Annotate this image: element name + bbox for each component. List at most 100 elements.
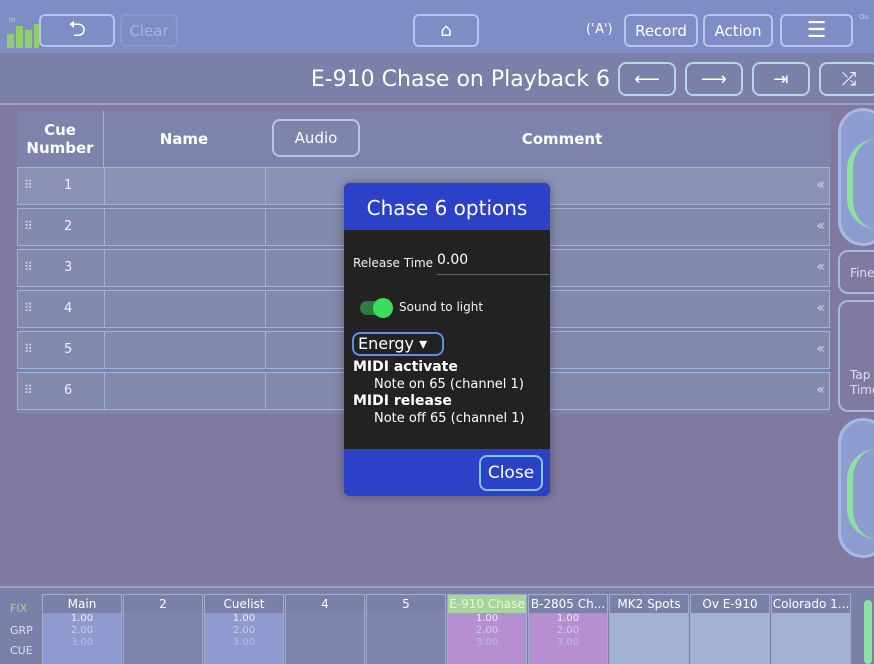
drag-handle-icon[interactable]: ⠿	[24, 260, 33, 274]
playback-name: B-2805 Ch...	[530, 597, 606, 611]
value-cue: 3.00	[475, 637, 499, 648]
fine-button[interactable]: Fine	[838, 250, 874, 294]
action-button[interactable]: Action	[703, 14, 773, 47]
playback-values	[286, 613, 364, 664]
playback-name: Main	[67, 597, 97, 611]
master-fader[interactable]	[864, 600, 872, 664]
input-underline	[437, 274, 549, 275]
divider	[104, 250, 105, 286]
cue-label[interactable]: CUE	[10, 644, 33, 657]
playback-values: 1.00 2.00 3.00	[529, 613, 607, 664]
divider	[265, 332, 266, 368]
fix-label[interactable]: FIX	[10, 602, 27, 615]
drag-handle-icon[interactable]: ⠿	[24, 301, 33, 315]
playback-4[interactable]: 4	[285, 594, 365, 664]
playback-values	[772, 613, 850, 664]
value-cue: 3.00	[70, 637, 94, 648]
divider	[104, 168, 105, 204]
home-icon: ⌂	[440, 20, 452, 41]
drag-handle-icon[interactable]: ⠿	[24, 383, 33, 397]
chevron-left-icon[interactable]: «	[816, 218, 825, 234]
playback-2[interactable]: 2	[123, 594, 203, 664]
value-fix: 1.00	[70, 613, 94, 624]
divider	[104, 332, 105, 368]
level-bar	[16, 26, 23, 48]
drag-handle-icon[interactable]: ⠿	[24, 342, 33, 356]
top-toolbar: In ⮌ Clear ⌂ (ʿA') Record Action ☰ Ou	[0, 0, 874, 53]
toggle-thumb	[373, 298, 393, 318]
playback-name: E-910 Chase	[448, 595, 526, 613]
release-time-input[interactable]: 0.00	[437, 252, 468, 268]
playback-cuelist[interactable]: Cuelist 1.00 2.00 3.00	[204, 594, 284, 664]
playback-colorado[interactable]: Colorado 1...	[771, 594, 851, 664]
hamburger-menu-icon: ☰	[806, 17, 827, 43]
playback-main[interactable]: Main 1.00 2.00 3.00	[42, 594, 122, 664]
input-level-meter: In	[6, 16, 39, 48]
sound-to-light-toggle[interactable]	[360, 298, 393, 318]
tap-time-button[interactable]: Tap Time	[838, 300, 874, 412]
cue-number: 6	[64, 383, 73, 398]
cue-number: 3	[64, 260, 73, 275]
midi-info: MIDI activate Note on 65 (channel 1) MID…	[353, 359, 543, 427]
close-button[interactable]: Close	[479, 455, 543, 491]
playback-name: Cuelist	[223, 597, 265, 611]
divider	[265, 168, 266, 204]
drag-handle-icon[interactable]: ⠿	[24, 178, 33, 192]
undo-arrow-icon: ⮌	[68, 16, 86, 42]
shuffle-icon: ⤮	[841, 68, 857, 90]
chevron-left-icon[interactable]: «	[816, 177, 825, 193]
broadcast-icon[interactable]: (ʿA')	[586, 22, 613, 37]
clear-label: Clear	[129, 21, 169, 40]
skip-end-icon: ⇥	[773, 68, 789, 90]
chevron-left-icon[interactable]: «	[816, 341, 825, 357]
chevron-left-icon[interactable]: «	[816, 382, 825, 398]
playback-values: 1.00 2.00 3.00	[448, 613, 526, 664]
divider	[265, 291, 266, 327]
grp-label[interactable]: GRP	[10, 624, 33, 637]
arrow-right-icon: ⟶	[701, 68, 727, 90]
sound-to-light-label: Sound to light	[399, 300, 484, 314]
chevron-left-icon[interactable]: «	[816, 259, 825, 275]
clear-button[interactable]: Clear	[120, 14, 178, 47]
playback-5[interactable]: 5	[366, 594, 446, 664]
chase-options-dialog: Chase 6 options Release Time 0.00 Sound …	[344, 183, 550, 496]
tap-label: Tap	[850, 368, 871, 382]
playback-ov-e910[interactable]: Ov E-910	[690, 594, 770, 664]
playback-mk2-spots[interactable]: MK2 Spots	[609, 594, 689, 664]
midi-release-label: MIDI release	[353, 393, 452, 409]
record-button[interactable]: Record	[624, 14, 698, 47]
shuffle-button[interactable]: ⤮	[819, 62, 874, 96]
value-grp: 2.00	[70, 625, 94, 636]
speed-dial[interactable]	[838, 108, 874, 246]
playback-b2805[interactable]: B-2805 Ch... 1.00 2.00 3.00	[528, 594, 608, 664]
column-header-name: Name	[103, 111, 264, 167]
home-button[interactable]: ⌂	[413, 14, 479, 47]
action-label: Action	[714, 21, 762, 40]
undo-button[interactable]: ⮌	[39, 14, 115, 47]
playback-e910-chase[interactable]: E-910 Chase 1.00 2.00 3.00	[447, 594, 527, 664]
playback-values: 1.00 2.00 3.00	[205, 613, 283, 664]
energy-dropdown[interactable]: Energy ▾	[352, 332, 444, 356]
chevron-left-icon[interactable]: «	[816, 300, 825, 316]
next-button[interactable]: ⟶	[685, 62, 743, 96]
divider	[104, 373, 105, 409]
release-time-field[interactable]: Release Time 0.00	[353, 252, 549, 275]
value-grp: 2.00	[556, 625, 580, 636]
fine-label: Fine	[850, 266, 874, 280]
drag-handle-icon[interactable]: ⠿	[24, 219, 33, 233]
menu-button[interactable]: ☰	[780, 14, 853, 47]
cue-number: 5	[64, 342, 73, 357]
midi-activate-value: Note on 65 (channel 1)	[374, 377, 524, 392]
dial-arc	[847, 139, 874, 229]
out-label: Ou	[859, 13, 869, 21]
in-label: In	[9, 16, 16, 24]
previous-button[interactable]: ⟵	[618, 62, 676, 96]
size-dial[interactable]	[838, 418, 874, 558]
divider	[104, 291, 105, 327]
playback-name: 5	[402, 597, 410, 611]
value-fix: 1.00	[556, 613, 580, 624]
audio-button[interactable]: Audio	[272, 119, 360, 157]
record-label: Record	[635, 21, 687, 40]
skip-to-end-button[interactable]: ⇥	[752, 62, 810, 96]
midi-activate-label: MIDI activate	[353, 359, 458, 375]
